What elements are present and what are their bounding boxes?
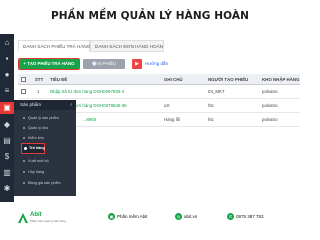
row-creator: htc <box>208 117 214 122</box>
bullet-icon <box>24 147 27 150</box>
brand-tagline: Phần mềm quản lý bán hàng <box>30 219 66 223</box>
footer-phone[interactable]: 0975 387 753 <box>236 214 264 220</box>
row-checkbox[interactable] <box>21 89 26 94</box>
menu-item-label: Trả hàng <box>29 146 45 150</box>
menu-item-label: Hủy hàng <box>28 170 45 174</box>
menu-item-label: Quản lý kho <box>28 126 49 130</box>
bullet-icon <box>23 117 25 119</box>
list-icon[interactable]: ≡ <box>2 86 12 96</box>
tab-return-slips[interactable]: DANH SÁCH PHIẾU TRẢ HÀNG <box>18 40 90 52</box>
column-header[interactable]: GHI CHÚ <box>164 74 183 85</box>
chat-icon[interactable]: ▪ <box>2 54 12 64</box>
software-icon: ▣ <box>108 213 115 220</box>
product-icon[interactable]: ▣ <box>0 102 15 114</box>
home-icon[interactable]: ⌂ <box>2 38 12 48</box>
menu-item-stocktake[interactable]: Kiểm kho <box>14 134 76 142</box>
menu-item-warehouse[interactable]: Quản lý kho <box>14 124 76 132</box>
brand-name: Abit <box>30 212 42 218</box>
column-header[interactable]: STT <box>35 74 43 85</box>
abit-logo-icon <box>18 213 28 223</box>
globe-icon: ◎ <box>175 213 182 220</box>
footer-website[interactable]: abit.vn <box>184 214 197 220</box>
row-creator: 04_MKT <box>208 89 225 94</box>
row-warehouse: polvatro <box>262 103 278 108</box>
column-header[interactable]: TIÊU ĐỀ <box>50 74 67 85</box>
product-flyout-menu: Sản phẩm ‹ Quản lý sản phẩm Quản lý kho … <box>14 100 76 196</box>
page-title: PHẦN MỀM QUẢN LÝ HÀNG HOÀN <box>50 10 250 22</box>
create-return-slip-button[interactable]: + TẠO PHIẾU TRẢ HÀNG <box>18 58 80 70</box>
column-header[interactable]: KHO NHẬP HÀNG <box>262 74 300 85</box>
table-header: STT TIÊU ĐỀ GHI CHÚ NGƯỜI TẠO PHIẾU KHO … <box>18 74 300 85</box>
phone-icon: ✆ <box>227 213 234 220</box>
print-slip-button[interactable]: 🖶 IN PHIẾU <box>83 59 125 69</box>
row-creator: htc <box>208 103 214 108</box>
select-all-checkbox[interactable] <box>21 77 26 82</box>
chevron-left-icon: ‹ <box>70 102 72 108</box>
bullet-icon <box>23 160 25 162</box>
menu-item-price-list[interactable]: Bảng giá sản phẩm <box>14 179 76 187</box>
menu-header-label: Sản phẩm <box>20 102 41 107</box>
report-icon[interactable]: ▥ <box>2 168 12 178</box>
menu-item-label: Kiểm kho <box>28 136 44 140</box>
help-link[interactable]: Hướng dẫn <box>145 59 168 69</box>
bullet-icon <box>23 137 25 139</box>
menu-item-product-management[interactable]: Quản lý sản phẩm <box>14 114 76 122</box>
row-note: xzt <box>164 103 170 108</box>
row-stt: 1 <box>37 89 40 94</box>
settings-icon[interactable]: ✱ <box>2 184 12 194</box>
row-title-link[interactable]: Nhập trả từ đơn hàng DGH0097935-4 <box>50 85 160 99</box>
sidebar-icon-bar: ⌂ ▪ ● ≡ ▣ ◆ ▤ $ ▥ ✱ <box>0 34 15 202</box>
menu-header[interactable]: Sản phẩm ‹ <box>14 100 76 110</box>
youtube-icon[interactable]: ▶ <box>132 59 142 69</box>
row-warehouse: polvatro <box>262 89 278 94</box>
row-title-link[interactable]: …8965 <box>82 113 160 127</box>
user-icon[interactable]: ● <box>2 70 12 80</box>
column-header[interactable]: NGƯỜI TẠO PHIẾU <box>208 74 248 85</box>
menu-item-cancel-goods[interactable]: Hủy hàng <box>14 168 76 176</box>
row-note: Hàng lỗi <box>164 117 181 122</box>
bullet-icon <box>23 127 25 129</box>
menu-item-label: Xuất mới bộ <box>28 159 49 163</box>
money-icon[interactable]: $ <box>2 152 12 162</box>
menu-item-label: Bảng giá sản phẩm <box>28 181 61 185</box>
bullet-icon <box>23 182 25 184</box>
bullet-icon <box>23 171 25 173</box>
footer-product: Phần mềm Abit <box>117 214 148 219</box>
menu-item-export[interactable]: Xuất mới bộ <box>14 157 76 165</box>
tab-return-orders[interactable]: DANH SÁCH ĐƠN HÀNG HOÀN <box>90 40 164 52</box>
row-warehouse: polvatro <box>262 117 278 122</box>
cart-icon[interactable]: ◆ <box>2 120 12 130</box>
chart-icon[interactable]: ▤ <box>2 136 12 146</box>
table-row[interactable]: 1 Nhập trả từ đơn hàng DGH0097935-4 04_M… <box>18 85 300 99</box>
menu-item-label: Quản lý sản phẩm <box>28 116 59 120</box>
menu-item-returns[interactable]: Trả hàng <box>21 143 45 154</box>
